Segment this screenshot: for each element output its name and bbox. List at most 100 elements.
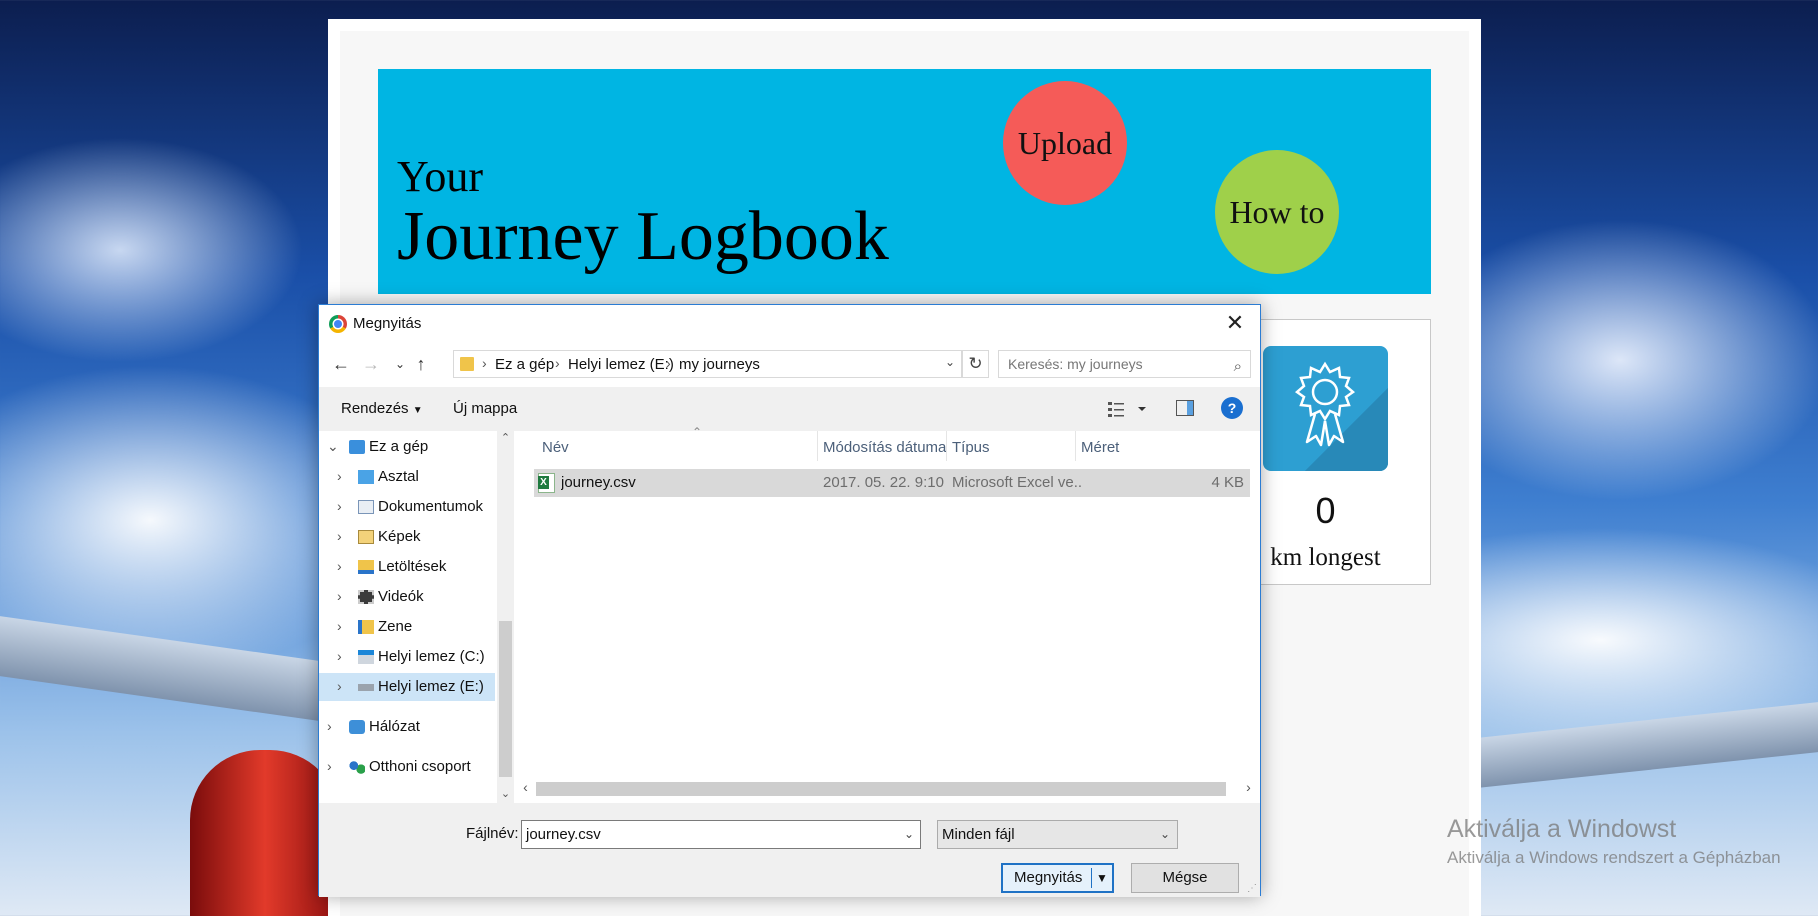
column-header-modified[interactable]: Módosítás dátuma <box>823 439 946 456</box>
tree-item-drive-c[interactable]: › Helyi lemez (C:) <box>319 643 495 671</box>
recent-locations-chevron-icon[interactable]: ⌄ <box>389 353 411 375</box>
stat-card-longest: 0 km longest <box>1246 319 1431 585</box>
file-name: journey.csv <box>561 474 636 491</box>
chevron-right-icon[interactable]: › <box>337 528 342 544</box>
search-input[interactable]: Keresés: my journeys ⌕ <box>998 350 1251 378</box>
chevron-right-icon[interactable]: › <box>327 718 332 734</box>
tree-item-videos[interactable]: › Videók <box>319 583 495 611</box>
tree-scrollbar[interactable]: ⌃ ⌄ <box>497 431 514 803</box>
breadcrumb-this-pc[interactable]: Ez a gép <box>495 356 554 373</box>
tree-item-music[interactable]: › Zene <box>319 613 495 641</box>
resize-grip-icon[interactable]: ⋰ <box>1247 883 1257 894</box>
back-arrow-icon[interactable]: ← <box>330 353 352 375</box>
breadcrumb-separator-icon: › <box>555 355 560 371</box>
caret-down-icon: ▼ <box>412 405 423 416</box>
chevron-down-icon[interactable]: ⌄ <box>327 438 339 455</box>
tree-item-label: Otthoni csoport <box>369 758 471 775</box>
tree-item-documents[interactable]: › Dokumentumok <box>319 493 495 521</box>
breadcrumb-separator-icon: › <box>482 355 487 371</box>
tree-item-drive-e[interactable]: › Helyi lemez (E:) <box>319 673 495 701</box>
filetype-select[interactable]: Minden fájl ⌄ <box>937 820 1178 849</box>
chevron-down-icon: ⌄ <box>1159 827 1170 841</box>
filename-input[interactable]: journey.csv ⌄ <box>521 820 921 849</box>
downloads-folder-icon <box>358 560 374 574</box>
tree-item-label: Letöltések <box>378 558 447 575</box>
file-modified: 2017. 05. 22. 9:10 <box>823 474 944 491</box>
scroll-thumb[interactable] <box>499 621 512 777</box>
open-options-caret-icon[interactable]: ▼ <box>1096 865 1108 891</box>
chevron-right-icon[interactable]: › <box>337 558 342 574</box>
view-options-icon[interactable] <box>1108 399 1148 419</box>
scroll-thumb[interactable] <box>536 782 1226 796</box>
tree-item-desktop[interactable]: › Asztal <box>319 463 495 491</box>
videos-folder-icon <box>358 590 374 604</box>
scroll-left-icon[interactable]: ‹ <box>517 779 534 795</box>
chevron-down-icon[interactable]: ⌄ <box>904 821 914 848</box>
column-header-size[interactable]: Méret <box>1081 439 1119 456</box>
filename-value: journey.csv <box>526 826 601 843</box>
howto-button[interactable]: How to <box>1215 150 1339 274</box>
filetype-value: Minden fájl <box>942 826 1015 843</box>
pictures-folder-icon <box>358 530 374 544</box>
activation-watermark-text: Aktiválja a Windows rendszert a Gépházba… <box>1447 848 1781 867</box>
breadcrumb-separator-icon: › <box>666 355 671 371</box>
chevron-right-icon[interactable]: › <box>337 588 342 604</box>
chevron-right-icon[interactable]: › <box>337 618 342 634</box>
scroll-down-icon[interactable]: ⌄ <box>497 787 514 800</box>
tree-item-homegroup[interactable]: › Otthoni csoport <box>319 753 495 781</box>
stat-label: km longest <box>1270 544 1381 571</box>
chevron-right-icon[interactable]: › <box>337 468 342 484</box>
tree-item-label: Asztal <box>378 468 419 485</box>
header-banner: Your Journey Logbook Upload How to <box>378 69 1431 294</box>
documents-folder-icon <box>358 500 374 514</box>
dialog-title: Megnyitás <box>353 315 422 332</box>
dialog-titlebar: Megnyitás ✕ <box>319 305 1260 341</box>
horizontal-scrollbar[interactable]: ‹ › <box>514 779 1260 799</box>
refresh-icon[interactable]: ↻ <box>962 350 989 378</box>
file-size: 4 KB <box>1211 474 1244 491</box>
chevron-right-icon[interactable]: › <box>337 648 342 664</box>
upload-button[interactable]: Upload <box>1003 81 1127 205</box>
column-divider[interactable] <box>817 431 818 461</box>
desktop-folder-icon <box>358 470 374 484</box>
open-button-label: Megnyitás <box>1014 869 1083 886</box>
banner-title: Journey Logbook <box>397 198 889 275</box>
chevron-right-icon[interactable]: › <box>337 498 342 514</box>
tree-item-this-pc[interactable]: ⌄ Ez a gép <box>319 433 495 461</box>
tree-item-downloads[interactable]: › Letöltések <box>319 553 495 581</box>
scroll-up-icon[interactable]: ⌃ <box>497 431 514 444</box>
preview-pane-icon[interactable] <box>1176 400 1194 416</box>
tree-item-network[interactable]: › Hálózat <box>319 713 495 741</box>
close-icon[interactable]: ✕ <box>1220 309 1250 337</box>
column-divider[interactable] <box>1075 431 1076 461</box>
scroll-right-icon[interactable]: › <box>1240 779 1257 795</box>
tree-item-pictures[interactable]: › Képek <box>319 523 495 551</box>
column-header-name[interactable]: Név <box>542 439 569 456</box>
chevron-right-icon[interactable]: › <box>327 758 332 774</box>
open-button[interactable]: Megnyitás ▼ <box>1001 863 1114 893</box>
up-arrow-icon[interactable]: ↑ <box>410 353 432 375</box>
file-row[interactable]: journey.csv 2017. 05. 22. 9:10 Microsoft… <box>534 469 1250 497</box>
forward-arrow-icon[interactable]: → <box>360 353 382 375</box>
chevron-right-icon[interactable]: › <box>337 678 342 694</box>
column-divider[interactable] <box>946 431 947 461</box>
airplane-wing-right <box>1478 702 1818 788</box>
address-bar[interactable]: › Ez a gép › Helyi lemez (E:) › my journ… <box>453 350 962 378</box>
music-folder-icon <box>358 620 374 634</box>
tree-item-label: Hálózat <box>369 718 420 735</box>
tree-item-label: Képek <box>378 528 421 545</box>
split-divider <box>1091 868 1092 888</box>
organize-menu[interactable]: Rendezés ▼ <box>341 400 423 417</box>
help-icon[interactable]: ? <box>1221 397 1243 419</box>
column-header-type[interactable]: Típus <box>952 439 990 456</box>
command-toolbar: Rendezés ▼ Új mappa ? <box>319 387 1260 431</box>
breadcrumb-drive-e[interactable]: Helyi lemez (E:) <box>568 356 674 373</box>
breadcrumb-my-journeys[interactable]: my journeys <box>679 356 760 373</box>
cancel-button[interactable]: Mégse <box>1131 863 1239 893</box>
chevron-down-icon[interactable]: ⌄ <box>945 355 955 369</box>
tree-item-label: Videók <box>378 588 424 605</box>
excel-csv-icon <box>538 473 555 493</box>
activation-watermark-title: Aktiválja a Windowst <box>1447 815 1677 843</box>
stat-value: 0 <box>1315 490 1336 531</box>
new-folder-button[interactable]: Új mappa <box>453 400 517 417</box>
